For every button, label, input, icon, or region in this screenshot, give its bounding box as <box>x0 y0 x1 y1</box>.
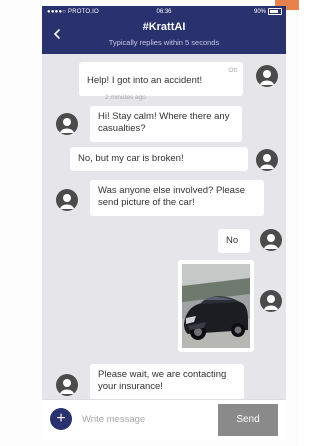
person-icon <box>260 70 274 85</box>
message-bubble-bot: Please wait, we are contacting your insu… <box>90 364 244 400</box>
message-text: Hi! Stay calm! Where there any casualtie… <box>98 111 230 134</box>
person-icon <box>264 295 278 310</box>
message-list[interactable]: Ott Help! I got into an accident! 2 minu… <box>42 54 286 400</box>
message-text: No <box>226 235 239 246</box>
chat-header: ●●●●○ PROTO.IO 06:36 90% #KrattAI Typica… <box>42 6 286 54</box>
battery-icon <box>268 8 282 15</box>
message-text: Help! I got into an accident! <box>87 75 203 86</box>
user-avatar <box>256 65 278 87</box>
status-bar: ●●●●○ PROTO.IO 06:36 90% <box>42 6 286 18</box>
clock: 06:36 <box>156 9 172 15</box>
message-text: Please wait, we are contacting your insu… <box>98 369 227 392</box>
car-photo[interactable] <box>182 264 250 348</box>
user-avatar <box>260 229 282 251</box>
bot-avatar <box>56 189 78 211</box>
screen: ●●●●○ PROTO.IO 06:36 90% #KrattAI Typica… <box>0 0 299 446</box>
user-avatar <box>256 149 278 171</box>
send-button[interactable]: Send <box>218 404 278 436</box>
chat-subtitle: Typically replies within 5 seconds <box>108 38 220 47</box>
person-icon <box>264 234 278 249</box>
battery-indicator: 90% <box>254 8 282 15</box>
battery-percent: 90% <box>253 8 266 15</box>
chat-title: #KrattAI <box>142 21 186 33</box>
message-input[interactable] <box>82 409 210 429</box>
person-icon <box>260 154 274 169</box>
person-icon <box>60 118 74 133</box>
message-timestamp: 2 minutes ago <box>105 94 146 101</box>
message-text: No, but my car is broken! <box>78 153 184 164</box>
phone-frame: ●●●●○ PROTO.IO 06:36 90% #KrattAI Typica… <box>42 6 286 440</box>
bot-avatar <box>56 374 78 396</box>
person-icon <box>60 379 74 394</box>
message-bubble-bot: Was anyone else involved? Please send pi… <box>90 180 264 216</box>
message-image-bubble[interactable] <box>178 260 254 352</box>
add-attachment-button[interactable]: + <box>50 408 72 430</box>
message-sender-tag: Ott <box>228 67 237 74</box>
message-text: Was anyone else involved? Please send pi… <box>98 185 245 208</box>
message-bubble-user: No <box>218 229 250 253</box>
bot-avatar <box>56 113 78 135</box>
message-composer: + Send <box>42 399 286 440</box>
message-bubble-user: Ott Help! I got into an accident! 2 minu… <box>79 62 243 101</box>
user-avatar <box>260 290 282 312</box>
message-bubble-user: No, but my car is broken! <box>70 147 248 171</box>
message-bubble-bot: Hi! Stay calm! Where there any casualtie… <box>90 106 242 142</box>
person-icon <box>60 194 74 209</box>
